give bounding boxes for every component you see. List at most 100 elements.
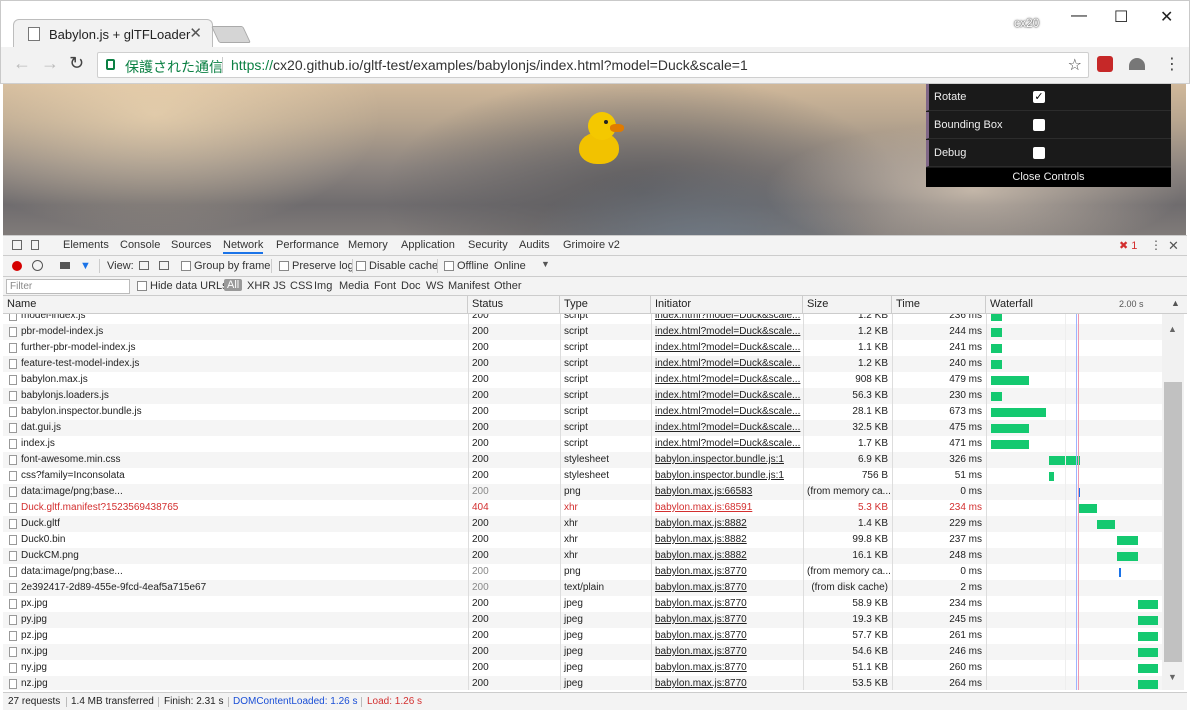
cell-initiator[interactable]: babylon.inspector.bundle.js:1 [651, 468, 803, 484]
cell-initiator[interactable]: babylon.max.js:8770 [651, 580, 803, 596]
gui-row-bounding-box[interactable]: Bounding Box [926, 112, 1171, 139]
cell-name[interactable]: further-pbr-model-index.js [3, 340, 468, 356]
cell-initiator[interactable]: index.html?model=Duck&scale... [651, 314, 803, 324]
cell-name[interactable]: babylonjs.loaders.js [3, 388, 468, 404]
cell-initiator[interactable]: index.html?model=Duck&scale... [651, 436, 803, 452]
cell-name[interactable]: py.jpg [3, 612, 468, 628]
tab-network[interactable]: Network [223, 239, 264, 254]
tab-security[interactable]: Security [468, 239, 508, 251]
table-row[interactable]: index.js 200 script index.html?model=Duck&s… [3, 436, 1162, 452]
table-row[interactable]: nz.jpg 200 jpeg babylon.max.js:8770 53.5 KB 2… [3, 676, 1162, 690]
error-count-badge[interactable]: ✖ 1 [1119, 239, 1137, 252]
gui-row-debug[interactable]: Debug [926, 140, 1171, 167]
table-row[interactable]: data:image/png;base... 200 png babylon.max.… [3, 564, 1162, 580]
table-row[interactable]: font-awesome.min.css 200 stylesheet babylon… [3, 452, 1162, 468]
filter-type-css[interactable]: CSS [290, 280, 313, 292]
table-row[interactable]: babylon.max.js 200 script index.html?model=… [3, 372, 1162, 388]
cell-initiator[interactable]: babylon.max.js:8770 [651, 596, 803, 612]
tab-close-icon[interactable]: ✕ [189, 24, 202, 42]
scroll-thumb[interactable] [1164, 382, 1182, 662]
filter-type-img[interactable]: Img [314, 280, 332, 292]
cell-name[interactable]: babylon.inspector.bundle.js [3, 404, 468, 420]
filter-type-manifest[interactable]: Manifest [448, 280, 490, 292]
cell-name[interactable]: feature-test-model-index.js [3, 356, 468, 372]
cell-name[interactable]: Duck.gltf.manifest?1523569438765 [3, 500, 468, 516]
cell-initiator[interactable]: babylon.max.js:8882 [651, 516, 803, 532]
cell-name[interactable]: data:image/png;base... [3, 484, 468, 500]
cell-name[interactable]: font-awesome.min.css [3, 452, 468, 468]
column-initiator[interactable]: Initiator [651, 296, 803, 314]
tab-performance[interactable]: Performance [276, 239, 339, 251]
cell-initiator[interactable]: index.html?model=Duck&scale... [651, 340, 803, 356]
cell-initiator[interactable]: index.html?model=Duck&scale... [651, 324, 803, 340]
table-row[interactable]: feature-test-model-index.js 200 script inde… [3, 356, 1162, 372]
table-row[interactable]: babylonjs.loaders.js 200 script index.html?… [3, 388, 1162, 404]
sort-arrow-icon[interactable]: ▲ [1171, 298, 1180, 308]
close-controls-button[interactable]: Close Controls [926, 168, 1171, 187]
column-size[interactable]: Size [803, 296, 892, 314]
throttle-select[interactable]: Online [494, 260, 526, 272]
browser-tab[interactable]: Babylon.js + glTFLoader ✕ [13, 19, 213, 48]
cell-initiator[interactable]: babylon.max.js:8770 [651, 644, 803, 660]
column-name[interactable]: Name [3, 296, 468, 314]
table-row[interactable]: Duck0.bin 200 xhr babylon.max.js:8882 99.8 K… [3, 532, 1162, 548]
rotate-checkbox[interactable]: ✓ [1033, 91, 1045, 103]
device-toolbar-icon[interactable] [31, 240, 39, 250]
debug-checkbox[interactable] [1033, 147, 1045, 159]
cell-name[interactable]: pz.jpg [3, 628, 468, 644]
table-row[interactable]: pbr-model-index.js 200 script index.html?mo… [3, 324, 1162, 340]
column-time[interactable]: Time [892, 296, 986, 314]
filter-type-doc[interactable]: Doc [401, 280, 421, 292]
cell-name[interactable]: px.jpg [3, 596, 468, 612]
group-by-frame-checkbox[interactable] [181, 261, 191, 271]
tab-memory[interactable]: Memory [348, 239, 388, 251]
scroll-up-arrow[interactable]: ▲ [1168, 324, 1177, 334]
close-window-button[interactable]: ✕ [1160, 7, 1173, 27]
filter-type-js[interactable]: JS [273, 280, 286, 292]
table-row[interactable]: DuckCM.png 200 xhr babylon.max.js:8882 16.1 … [3, 548, 1162, 564]
inspect-element-icon[interactable] [12, 240, 22, 250]
gui-row-rotate[interactable]: Rotate ✓ [926, 84, 1171, 111]
scroll-down-arrow[interactable]: ▼ [1168, 672, 1177, 682]
table-row[interactable]: css?family=Inconsolata 200 stylesheet babyl… [3, 468, 1162, 484]
filter-type-all[interactable]: All [224, 279, 243, 291]
disable-cache-checkbox[interactable] [356, 261, 366, 271]
cell-initiator[interactable]: index.html?model=Duck&scale... [651, 388, 803, 404]
record-icon[interactable] [12, 261, 22, 271]
cell-initiator[interactable]: index.html?model=Duck&scale... [651, 420, 803, 436]
filter-type-media[interactable]: Media [339, 280, 369, 292]
cell-initiator[interactable]: index.html?model=Duck&scale... [651, 404, 803, 420]
tab-sources[interactable]: Sources [171, 239, 211, 251]
filter-type-font[interactable]: Font [374, 280, 396, 292]
back-icon[interactable]: ← [13, 53, 31, 74]
cell-initiator[interactable]: babylon.inspector.bundle.js:1 [651, 452, 803, 468]
table-row[interactable]: babylon.inspector.bundle.js 200 script inde… [3, 404, 1162, 420]
url-text[interactable]: https://cx20.github.io/gltf-test/example… [231, 57, 748, 73]
tab-console[interactable]: Console [120, 239, 160, 251]
screenshot-camera-icon[interactable] [60, 262, 70, 269]
cell-name[interactable]: ny.jpg [3, 660, 468, 676]
cell-name[interactable]: pbr-model-index.js [3, 324, 468, 340]
more-options-icon[interactable]: ⋮ [1150, 238, 1162, 252]
filter-input[interactable]: Filter [6, 279, 130, 294]
profile-name[interactable]: cx20 [1014, 16, 1039, 30]
cell-name[interactable]: babylon.max.js [3, 372, 468, 388]
table-row[interactable]: 2e392417-2d89-455e-9fcd-4eaf5a715e67 200 t… [3, 580, 1162, 596]
filter-icon[interactable]: ▼ [80, 260, 91, 272]
cell-initiator[interactable]: babylon.max.js:8770 [651, 660, 803, 676]
minimize-button[interactable]: — [1071, 7, 1087, 25]
column-type[interactable]: Type [560, 296, 651, 314]
new-tab-button[interactable] [211, 26, 251, 43]
preserve-log-checkbox[interactable] [279, 261, 289, 271]
cell-name[interactable]: Duck.gltf [3, 516, 468, 532]
bounding-box-checkbox[interactable] [1033, 119, 1045, 131]
clear-icon[interactable] [32, 260, 43, 271]
tab-application[interactable]: Application [401, 239, 455, 251]
cell-name[interactable]: index.js [3, 436, 468, 452]
cell-initiator[interactable]: index.html?model=Duck&scale... [651, 372, 803, 388]
cell-name[interactable]: css?family=Inconsolata [3, 468, 468, 484]
table-row[interactable]: px.jpg 200 jpeg babylon.max.js:8770 58.9 KB 2… [3, 596, 1162, 612]
offline-checkbox[interactable] [444, 261, 454, 271]
filter-type-other[interactable]: Other [494, 280, 522, 292]
cell-name[interactable]: Duck0.bin [3, 532, 468, 548]
